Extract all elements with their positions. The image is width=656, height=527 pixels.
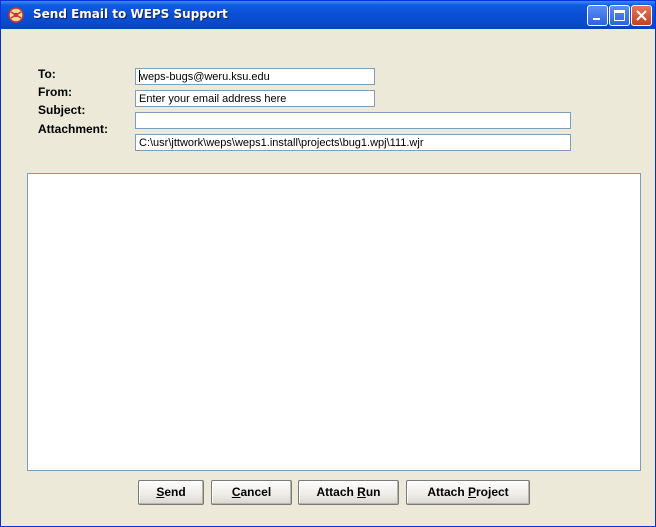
- attach-run-button-label-pre: Attach: [316, 485, 358, 499]
- attach-project-button-label-post: roject: [476, 485, 509, 499]
- attach-run-button[interactable]: Attach Run: [298, 480, 399, 505]
- attachment-field-value: C:\usr\jttwork\weps\weps1.install\projec…: [139, 137, 424, 149]
- attach-run-button-label-post: un: [365, 485, 381, 499]
- to-label: To:: [38, 67, 56, 81]
- message-body-textarea[interactable]: [27, 173, 641, 471]
- close-icon: [636, 10, 647, 21]
- minimize-icon: [593, 18, 600, 20]
- attachment-field[interactable]: C:\usr\jttwork\weps\weps1.install\projec…: [135, 134, 571, 151]
- to-field-value: weps-bugs@weru.ksu.edu: [140, 71, 270, 83]
- attach-project-button-mnemonic: P: [467, 485, 476, 499]
- minimize-button[interactable]: [587, 5, 608, 26]
- cancel-button-label-post: ancel: [240, 485, 272, 499]
- subject-label: Subject:: [38, 103, 86, 117]
- maximize-button[interactable]: [609, 5, 630, 26]
- attach-run-button-mnemonic: R: [357, 485, 366, 499]
- email-dialog-window: Send Email to WEPS Support To: From: Sub…: [0, 0, 656, 527]
- from-field[interactable]: Enter your email address here: [135, 90, 375, 107]
- title-bar[interactable]: Send Email to WEPS Support: [1, 1, 655, 29]
- attach-project-button[interactable]: Attach Project: [406, 480, 530, 505]
- window-title: Send Email to WEPS Support: [33, 7, 228, 21]
- from-field-value: Enter your email address here: [139, 93, 287, 105]
- cancel-button[interactable]: Cancel: [211, 480, 292, 505]
- maximize-icon: [614, 10, 625, 21]
- to-field[interactable]: weps-bugs@weru.ksu.edu: [135, 68, 375, 85]
- subject-field[interactable]: [135, 112, 571, 129]
- attach-project-button-label-pre: Attach: [427, 485, 468, 499]
- send-button[interactable]: Send: [138, 480, 204, 505]
- attachment-label: Attachment:: [38, 122, 109, 136]
- app-icon: [7, 6, 25, 24]
- send-button-label-post: end: [164, 485, 186, 499]
- from-label: From:: [38, 85, 72, 99]
- close-button[interactable]: [631, 5, 652, 26]
